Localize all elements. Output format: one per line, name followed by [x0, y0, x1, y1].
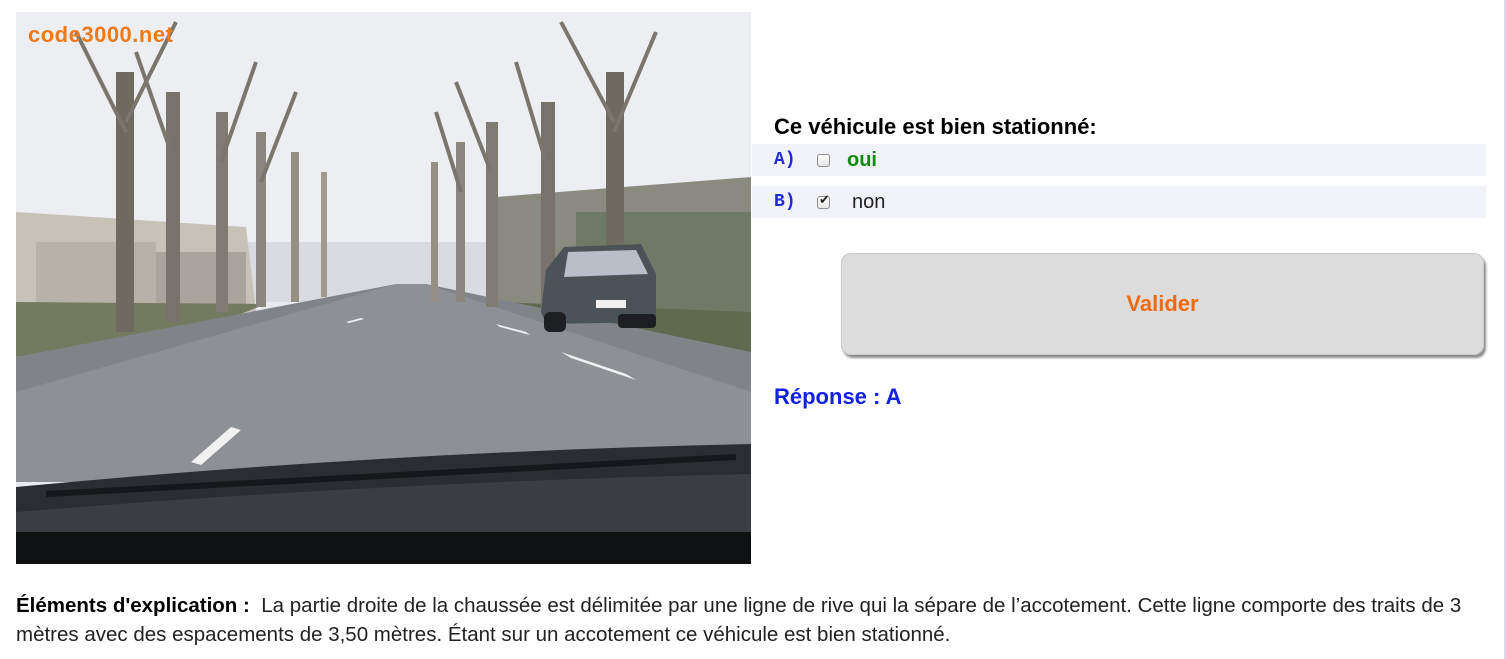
checkmark-icon: ✔ [819, 192, 830, 208]
answer-text: Réponse : A [774, 384, 902, 409]
option-a-checkbox[interactable] [817, 153, 830, 167]
option-b-checkbox[interactable]: ✔ [817, 192, 830, 209]
question-photo: code3000.net [16, 12, 751, 564]
watermark-logo: code3000.net [28, 22, 174, 47]
option-a-label: oui [847, 148, 877, 171]
option-b[interactable]: B) ✔ non [752, 186, 1486, 218]
option-b-label: non [852, 190, 886, 213]
road-scene-image [16, 12, 751, 564]
explanation-label: Éléments d'explication : [16, 594, 250, 617]
option-a[interactable]: A) oui [752, 144, 1486, 176]
explanation: Éléments d'explication : La partie droit… [16, 591, 1492, 649]
option-letter: A) [774, 150, 796, 170]
question-text: Ce véhicule est bien stationné: [774, 114, 1097, 139]
option-letter: B) [774, 192, 796, 212]
validate-button[interactable]: Valider [841, 253, 1484, 355]
